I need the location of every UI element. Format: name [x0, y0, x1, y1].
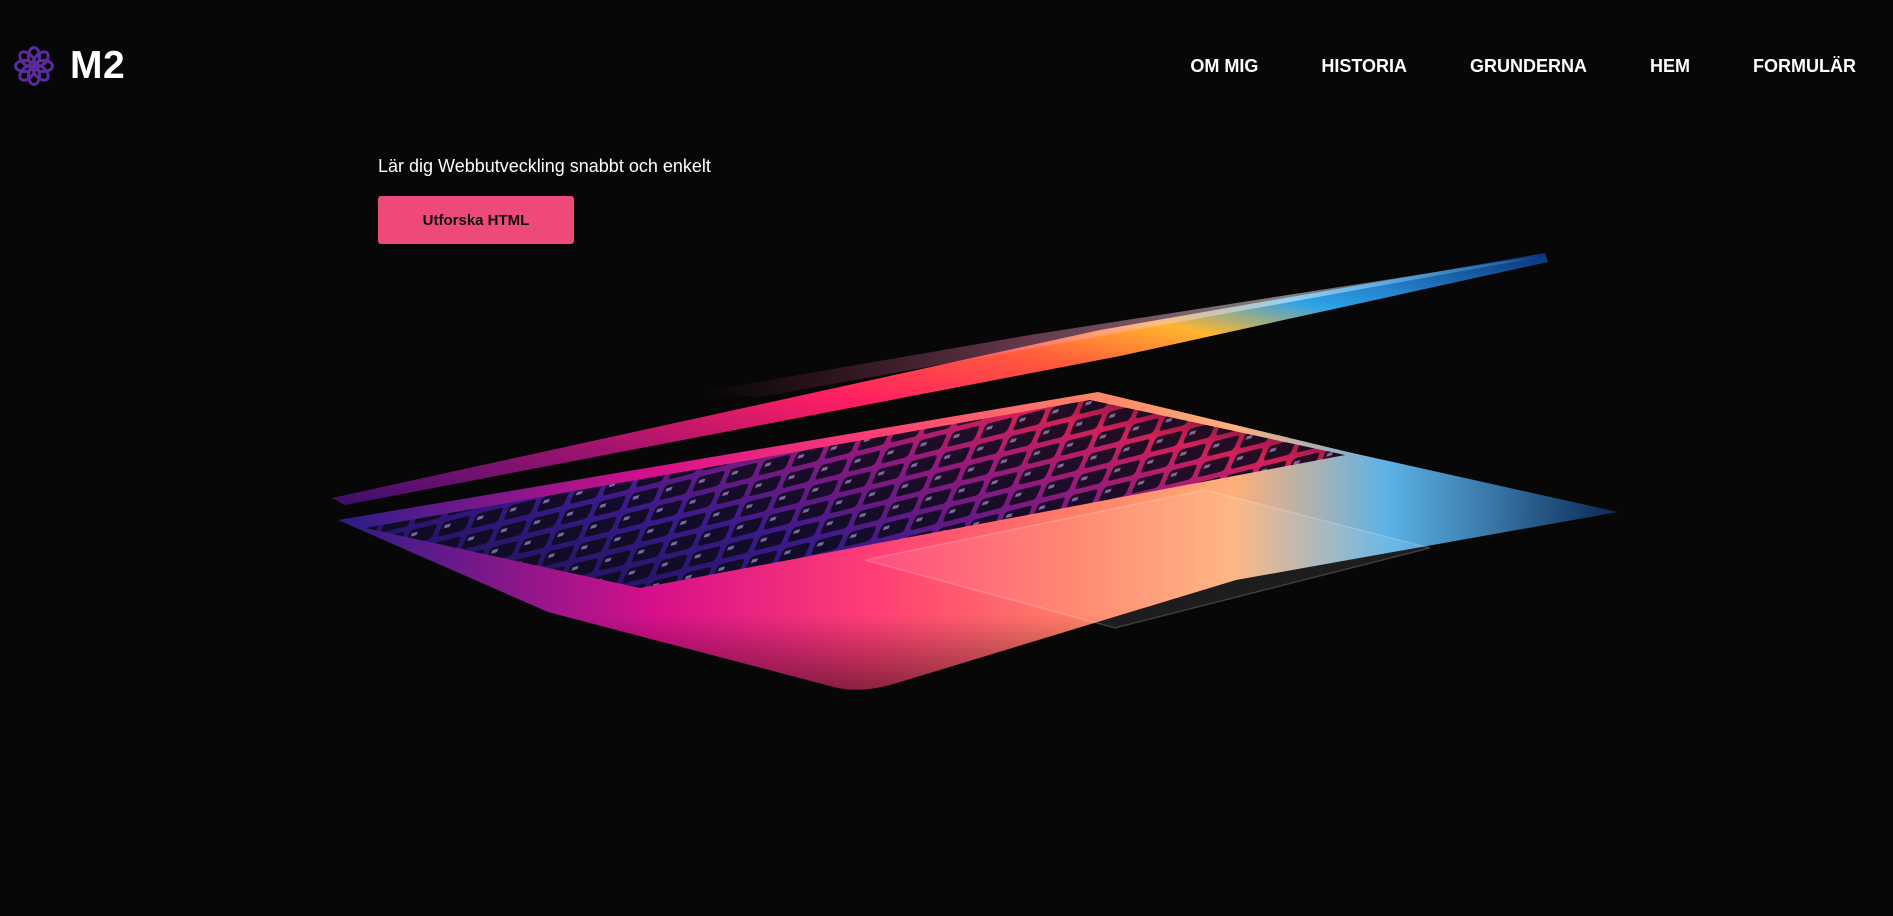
nav-item-hem: HEM: [1650, 55, 1690, 77]
nav-link-hem[interactable]: HEM: [1650, 55, 1690, 77]
nav-link-formular[interactable]: FORMULÄR: [1753, 55, 1856, 77]
logo-link[interactable]: M2: [14, 46, 125, 86]
nav-item-formular: FORMULÄR: [1753, 55, 1856, 77]
page: M2 OM MIG HISTORIA GRUNDERNA HEM FORMULÄ…: [0, 0, 1893, 916]
explore-html-button[interactable]: Utforska HTML: [378, 196, 574, 244]
hero-section: Lär dig Webbutveckling snabbt och enkelt…: [378, 155, 711, 244]
nav-item-grunderna: GRUNDERNA: [1470, 55, 1587, 77]
nav-link-grunderna[interactable]: GRUNDERNA: [1470, 55, 1587, 77]
nav-menu: OM MIG HISTORIA GRUNDERNA HEM FORMULÄR: [1127, 55, 1856, 77]
hero-laptop-image: [0, 0, 1893, 916]
hero-tagline: Lär dig Webbutveckling snabbt och enkelt: [378, 156, 711, 176]
nav-link-om-mig[interactable]: OM MIG: [1190, 55, 1258, 77]
nav-item-om-mig: OM MIG: [1190, 55, 1258, 77]
flower-icon: [14, 46, 54, 86]
nav-item-historia: HISTORIA: [1321, 55, 1407, 77]
navbar: M2 OM MIG HISTORIA GRUNDERNA HEM FORMULÄ…: [0, 0, 1893, 134]
brand-name: M2: [70, 44, 126, 87]
nav-link-historia[interactable]: HISTORIA: [1321, 55, 1407, 77]
